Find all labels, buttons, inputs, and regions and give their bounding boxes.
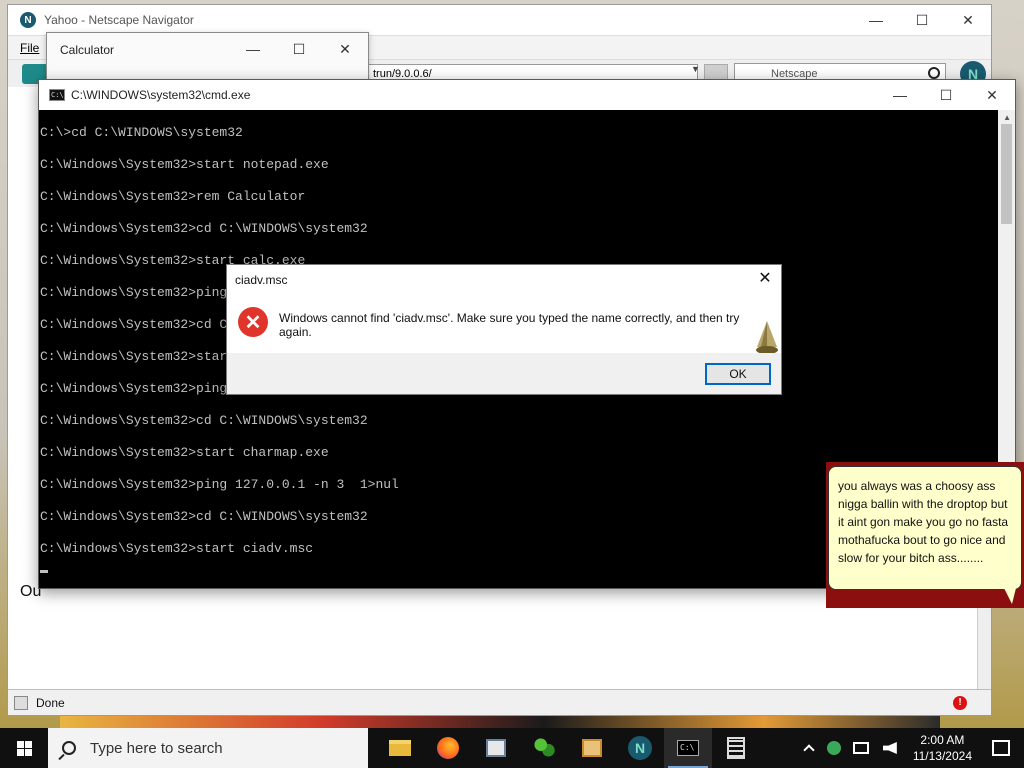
taskbar-cmd[interactable]: C:\ bbox=[664, 728, 712, 768]
notification-icon[interactable] bbox=[992, 740, 1010, 756]
error-dialog: ciadv.msc ✕ ✕ Windows cannot find 'ciadv… bbox=[226, 264, 782, 395]
people-icon bbox=[533, 737, 555, 759]
taskbar-calculator[interactable] bbox=[712, 728, 760, 768]
cmd-line: C:\Windows\System32>start notepad.exe bbox=[40, 157, 329, 172]
taskbar-media-app[interactable] bbox=[568, 728, 616, 768]
windows-logo-icon bbox=[16, 740, 32, 756]
taskbar-search-icon bbox=[62, 741, 76, 755]
dialog-title: ciadv.msc bbox=[235, 273, 288, 287]
netscape-minimize-button[interactable]: — bbox=[853, 5, 899, 35]
cmd-cursor bbox=[40, 570, 48, 573]
clock[interactable]: 2:00 AM 11/13/2024 bbox=[913, 732, 972, 764]
tray-user-icon[interactable] bbox=[826, 741, 841, 755]
clock-date: 11/13/2024 bbox=[912, 749, 972, 763]
alert-icon[interactable]: ! bbox=[953, 695, 967, 710]
netscape-icon: N bbox=[628, 736, 652, 760]
calculator-icon bbox=[727, 737, 745, 759]
netscape-title: Yahoo - Netscape Navigator bbox=[44, 13, 194, 27]
speech-bubble-tail bbox=[1004, 588, 1016, 604]
url-dropdown-icon[interactable]: ▼ bbox=[691, 64, 700, 74]
taskbar-apps: N C:\ bbox=[376, 728, 760, 768]
dialog-close-button[interactable]: ✕ bbox=[755, 269, 775, 289]
taskbar-file-explorer[interactable] bbox=[376, 728, 424, 768]
cmd-minimize-button[interactable]: — bbox=[877, 80, 923, 110]
cmd-scroll-thumb[interactable] bbox=[1001, 124, 1012, 224]
search-icon[interactable] bbox=[928, 67, 940, 79]
media-icon bbox=[582, 739, 602, 757]
calculator-maximize-button[interactable]: ☐ bbox=[276, 33, 322, 65]
taskbar-document-app[interactable] bbox=[472, 728, 520, 768]
netscape-statusbar: Done ! bbox=[8, 689, 991, 715]
status-text: Done bbox=[36, 695, 65, 710]
cmd-icon: C:\ bbox=[49, 89, 65, 101]
taskbar-search-placeholder: Type here to search bbox=[90, 739, 223, 757]
tray-chevron-up-icon[interactable] bbox=[803, 744, 815, 756]
netscape-maximize-button[interactable]: ☐ bbox=[899, 5, 945, 35]
taskbar-search-box[interactable]: Type here to search bbox=[48, 728, 368, 768]
calculator-title: Calculator bbox=[60, 43, 115, 57]
cmd-titlebar[interactable]: C:\ C:\WINDOWS\system32\cmd.exe — ☐ ✕ bbox=[39, 80, 1015, 110]
firefox-icon bbox=[437, 737, 459, 759]
dialog-footer: OK bbox=[227, 353, 781, 394]
speech-bubble: you always was a choosy ass nigga ballin… bbox=[828, 466, 1022, 590]
taskbar-firefox[interactable] bbox=[424, 728, 472, 768]
taskbar: Type here to search N C:\ 2:00 AM 11/13/… bbox=[0, 728, 1024, 768]
taskbar-netscape[interactable]: N bbox=[616, 728, 664, 768]
scroll-up-icon[interactable]: ▲ bbox=[1003, 113, 1011, 122]
calculator-minimize-button[interactable]: — bbox=[230, 33, 276, 65]
cmd-taskbar-icon: C:\ bbox=[677, 740, 699, 756]
cmd-line: C:\Windows\System32>cd C:\WINDOWS\system… bbox=[40, 413, 368, 428]
status-page-icon bbox=[14, 695, 28, 710]
volume-icon[interactable] bbox=[882, 742, 897, 754]
netscape-titlebar[interactable]: N Yahoo - Netscape Navigator — ☐ ✕ bbox=[8, 5, 991, 35]
ok-button[interactable]: OK bbox=[705, 363, 771, 385]
cmd-close-button[interactable]: ✕ bbox=[969, 80, 1015, 110]
cmd-line: C:\Windows\System32>rem Calculator bbox=[40, 189, 306, 204]
cmd-line: C:\Windows\System32>cd C:\WINDOWS\system… bbox=[40, 221, 368, 236]
gnome-icon bbox=[756, 321, 778, 354]
folder-icon bbox=[389, 740, 411, 756]
menu-file[interactable]: File bbox=[20, 41, 39, 55]
netscape-logo-icon: N bbox=[20, 12, 36, 28]
cmd-line: C:\>cd C:\WINDOWS\system32 bbox=[40, 125, 243, 140]
cmd-maximize-button[interactable]: ☐ bbox=[923, 80, 969, 110]
calculator-close-button[interactable]: ✕ bbox=[322, 33, 368, 65]
cmd-title: C:\WINDOWS\system32\cmd.exe bbox=[71, 88, 251, 102]
error-icon: ✕ bbox=[238, 307, 268, 337]
network-icon[interactable] bbox=[852, 742, 869, 754]
clock-time: 2:00 AM bbox=[920, 733, 965, 747]
taskbar-people-app[interactable] bbox=[520, 728, 568, 768]
start-button[interactable] bbox=[0, 728, 48, 768]
netscape-close-button[interactable]: ✕ bbox=[945, 5, 991, 35]
dialog-message: Windows cannot find 'ciadv.msc'. Make su… bbox=[279, 311, 740, 339]
system-tray: 2:00 AM 11/13/2024 bbox=[797, 728, 1024, 768]
document-icon bbox=[486, 739, 506, 757]
